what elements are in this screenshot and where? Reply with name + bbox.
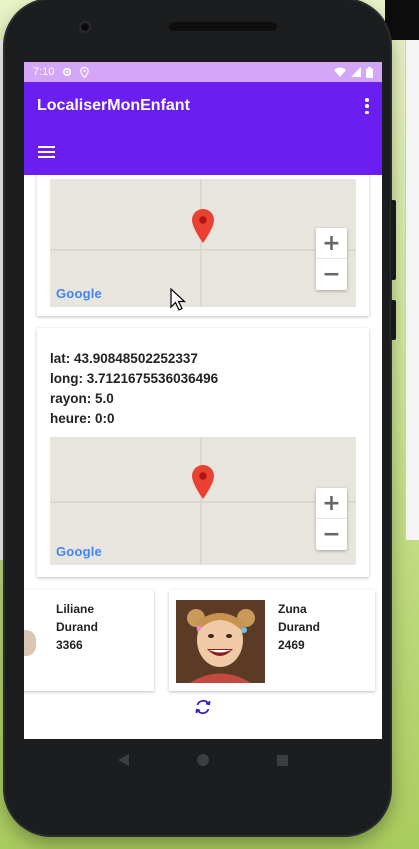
radius-text: rayon: 5.0: [50, 391, 114, 406]
map-view[interactable]: + − Google: [50, 179, 356, 307]
signal-icon: [351, 67, 361, 77]
zoom-in-button[interactable]: +: [316, 228, 347, 259]
wifi-icon: [334, 67, 346, 77]
status-time: 7:10: [33, 66, 55, 78]
phone-frame: 7:10 LocaliserMonEnfant + − Google lat: …: [5, 0, 396, 835]
volume-button: [391, 200, 396, 280]
child-photo: [24, 630, 36, 656]
child-code: 3366: [56, 638, 83, 652]
recent-apps-icon[interactable]: [277, 754, 288, 766]
longitude-text: long: 3.7121675536036496: [50, 371, 219, 386]
background-window-right: [405, 40, 419, 540]
navigation-bar: [24, 739, 382, 781]
background-window-top-right: [385, 0, 419, 40]
earpiece-speaker: [169, 22, 277, 31]
google-logo: Google: [56, 286, 102, 301]
map-view[interactable]: + − Google: [50, 437, 356, 565]
zoom-out-button[interactable]: −: [316, 519, 347, 550]
phone-screen: 7:10 LocaliserMonEnfant + − Google lat: …: [24, 62, 382, 739]
home-icon[interactable]: [197, 754, 209, 766]
child-photo: [176, 600, 265, 683]
child-last-name: Durand: [56, 620, 98, 634]
google-logo-text: Google: [56, 286, 102, 301]
child-card[interactable]: Zuna Durand 2469: [169, 590, 375, 691]
child-card[interactable]: Liliane Durand 3366: [24, 590, 154, 691]
location-card: + − Google: [37, 175, 369, 316]
child-first-name: Zuna: [278, 602, 307, 616]
app-bar: LocaliserMonEnfant: [24, 82, 382, 175]
latitude-text: lat: 43.90848502252337: [50, 351, 198, 366]
child-info: Zuna Durand 2469: [278, 600, 320, 654]
location-info: lat: 43.90848502252337 long: 3.712167553…: [50, 349, 218, 429]
zoom-controls: + −: [316, 488, 347, 550]
child-last-name: Durand: [278, 620, 320, 634]
status-bar: 7:10: [24, 62, 382, 82]
app-title: LocaliserMonEnfant: [37, 97, 190, 114]
map-pin-icon[interactable]: [192, 209, 214, 243]
child-code: 2469: [278, 638, 305, 652]
child-info: Liliane Durand 3366: [56, 600, 98, 654]
power-button: [391, 300, 396, 340]
location-icon: [80, 66, 90, 78]
child-first-name: Liliane: [56, 602, 95, 616]
refresh-icon[interactable]: [194, 698, 212, 716]
time-text: heure: 0:0: [50, 411, 115, 426]
hamburger-icon[interactable]: [38, 146, 55, 158]
google-logo-text: Google: [56, 544, 102, 559]
location-card: lat: 43.90848502252337 long: 3.712167553…: [37, 328, 369, 577]
google-logo: Google: [56, 544, 102, 559]
battery-icon: [366, 66, 373, 78]
zoom-out-button[interactable]: −: [316, 259, 347, 290]
front-camera: [79, 21, 91, 33]
overflow-menu-icon[interactable]: [360, 96, 374, 116]
zoom-controls: + −: [316, 228, 347, 290]
back-icon[interactable]: [118, 754, 129, 766]
mouse-cursor-icon: [170, 288, 186, 311]
gear-icon: [63, 67, 72, 77]
map-pin-icon[interactable]: [192, 465, 214, 499]
zoom-in-button[interactable]: +: [316, 488, 347, 519]
content-list[interactable]: + − Google lat: 43.90848502252337 long: …: [24, 175, 382, 739]
